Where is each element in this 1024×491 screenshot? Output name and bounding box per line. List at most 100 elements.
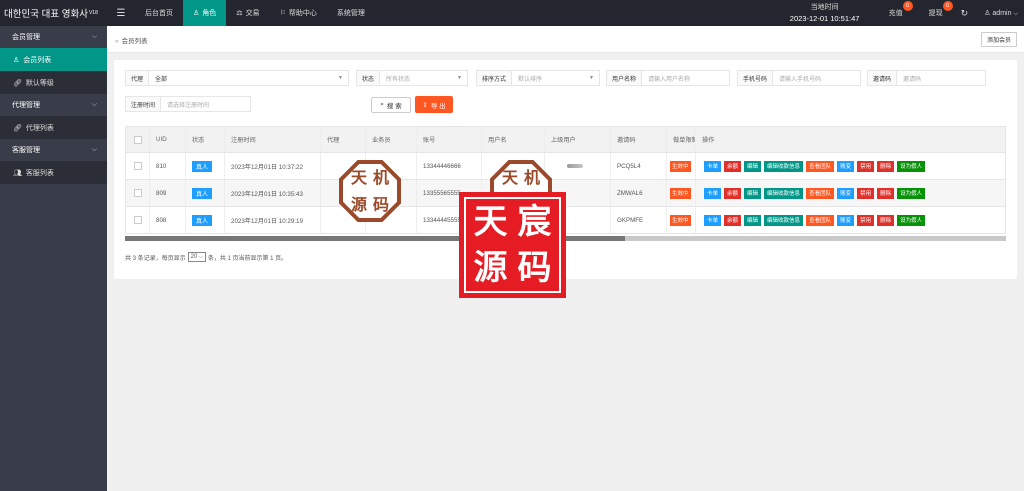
invite-code-cell: ZMWAL6 [611,180,667,206]
per-page-select[interactable]: 20 ⌵ [187,252,206,262]
invite-code-cell: GKPMFE [611,207,667,233]
user-icon: ♙ [193,10,200,17]
withdraw-count-badge: 0 [942,1,953,11]
status-filter[interactable]: 状态 所有状态 ▼ [356,70,468,86]
export-button[interactable]: ⇪ 导 出 [415,96,453,113]
register-time-cell: 2023年12月01日 10:35:43 [225,180,321,206]
username-filter[interactable]: 用户名称 请输入用户名称 [606,70,730,86]
action-button[interactable]: 编辑 [744,187,762,199]
add-member-button[interactable]: 添加会员 [980,32,1017,47]
parent-user-cell [545,153,611,179]
action-button[interactable]: 设为假人 [897,187,926,199]
chevron-down-icon: ⌵ [199,254,203,260]
row-actions: 卡单 余额 编辑 编辑收款信息 查看团队 账变 禁用 删除 设为假人 [704,214,926,226]
register-time-cell: 2023年12月01日 10:29:19 [225,207,321,233]
action-button[interactable]: 设为假人 [897,160,926,172]
brand-logo[interactable]: 대한민국 대표 영화사 V18 [0,0,107,26]
register-time-cell: 2023年12月01日 10:37:22 [225,153,321,179]
action-button[interactable]: 编辑 [744,160,762,172]
nav-role[interactable]: ♙ 角色 [183,0,227,26]
row-actions: 卡单 余额 编辑 编辑收款信息 查看团队 账变 禁用 删除 设为假人 [704,160,926,172]
chevron-down-icon: ⌵ [91,33,97,40]
invite-input[interactable]: 邀请码 [897,71,985,85]
action-button[interactable]: 卡单 [704,214,722,226]
regtime-filter[interactable]: 注册时间 请选择注册时间 [125,96,251,112]
watermark-stamp: 天宸源码 [459,192,566,298]
sidebar-item-support-list[interactable]: 👥︎ 客服列表 [0,161,107,184]
users-icon: 👥︎ [13,169,22,177]
action-button[interactable]: 查看团队 [806,214,835,226]
chevron-down-icon: ⌵ [91,146,97,153]
action-button[interactable]: 编辑收款信息 [764,160,804,172]
sidebar-item-member-list[interactable]: ♙ 会员列表 [0,48,107,71]
action-button[interactable]: 账变 [837,160,855,172]
sidebar: 会员管理 ⌵ ♙ 会员列表 🔗︎ 默认等级 代理管理 ⌵ 🔗︎ 代理列表 客服管理 ⌵ 👥︎… [0,26,107,491]
sidebar-group-agents[interactable]: 代理管理 ⌵ [0,94,107,116]
sidebar-group-members[interactable]: 会员管理 ⌵ [0,26,107,48]
action-button[interactable]: 余额 [724,214,742,226]
phone-input[interactable]: 请输入手机号码 [773,71,860,85]
action-button[interactable]: 编辑收款信息 [764,214,804,226]
nav-trade[interactable]: ⚖ 交易 [226,0,269,26]
row-checkbox[interactable] [133,189,142,197]
invite-code-cell: PCQ5L4 [611,153,667,179]
row-actions: 卡单 余额 编辑 编辑收款信息 查看团队 账变 禁用 删除 设为假人 [704,187,926,199]
redacted-value [567,164,583,168]
row-checkbox[interactable] [133,162,142,170]
select-all-checkbox[interactable] [133,135,142,144]
action-button[interactable]: 卡单 [704,187,722,199]
action-button[interactable]: 查看团队 [806,160,835,172]
action-button[interactable]: 删除 [877,187,895,199]
action-button[interactable]: 查看团队 [806,187,835,199]
sidebar-item-agent-list[interactable]: 🔗︎ 代理列表 [0,116,107,139]
search-icon: ⌕ [380,101,384,108]
row-checkbox[interactable] [133,216,142,224]
search-button[interactable]: ⌕ 搜 索 [371,97,411,113]
action-button[interactable]: 设为假人 [897,214,926,226]
sort-select[interactable]: 默认排序 [512,71,599,85]
action-button[interactable]: 编辑 [744,214,762,226]
nav-home[interactable]: 后台首页 [135,0,183,26]
user-menu[interactable]: ♙ admin ⌵ [978,9,1024,18]
menu-toggle-icon[interactable]: ☰ [107,0,135,26]
action-button[interactable]: 余额 [724,187,742,199]
user-icon: ♙ [13,56,20,64]
recharge-button[interactable]: 充值 0 [881,0,913,26]
local-clock: 当地时间 2023-12-01 10:51:47 [789,4,860,23]
phone-filter[interactable]: 手机号码 请输入手机号码 [737,70,861,86]
action-button[interactable]: 账变 [837,214,855,226]
agent-filter[interactable]: 代理 全部 ▼ [125,70,349,86]
caret-down-icon: ▼ [589,75,594,81]
nav-help[interactable]: ⚐ 帮助中心 [270,0,327,26]
regtime-input[interactable]: 请选择注册时间 [161,97,250,111]
action-button[interactable]: 禁用 [857,187,875,199]
action-button[interactable]: 删除 [877,214,895,226]
status-select[interactable]: 所有状态 [380,71,467,85]
action-button[interactable]: 余额 [724,160,742,172]
chevron-down-icon: ⌵ [1013,10,1018,17]
limit-status-badge: 生效中 [670,214,691,226]
sidebar-item-default-level[interactable]: 🔗︎ 默认等级 [0,71,107,94]
action-button[interactable]: 禁用 [857,214,875,226]
sort-filter[interactable]: 排序方式 默认排序 ▼ [476,70,600,86]
refresh-icon[interactable]: ↻ [951,8,979,19]
caret-down-icon: ▼ [338,75,343,81]
uid-cell: 810 [150,153,186,179]
nav-system[interactable]: 系统管理 [327,0,375,26]
flag-icon: ⚐ [279,10,286,17]
account-cell: 13344446666 [417,153,482,179]
uid-cell: 809 [150,180,186,206]
username-input[interactable]: 请输入用户名称 [642,71,729,85]
action-button[interactable]: 卡单 [704,160,722,172]
sidebar-group-support[interactable]: 客服管理 ⌵ [0,139,107,161]
action-button[interactable]: 禁用 [857,160,875,172]
action-button[interactable]: 账变 [837,187,855,199]
withdraw-button[interactable]: 提现 0 [921,0,953,26]
action-button[interactable]: 删除 [877,160,895,172]
invite-filter[interactable]: 邀请码 邀请码 [867,70,986,86]
chevron-down-icon: ⌵ [91,101,97,108]
agent-select[interactable]: 全部 [149,71,348,85]
scale-icon: ⚖ [236,10,243,17]
caret-down-icon: ▼ [457,75,462,81]
action-button[interactable]: 编辑收款信息 [764,187,804,199]
